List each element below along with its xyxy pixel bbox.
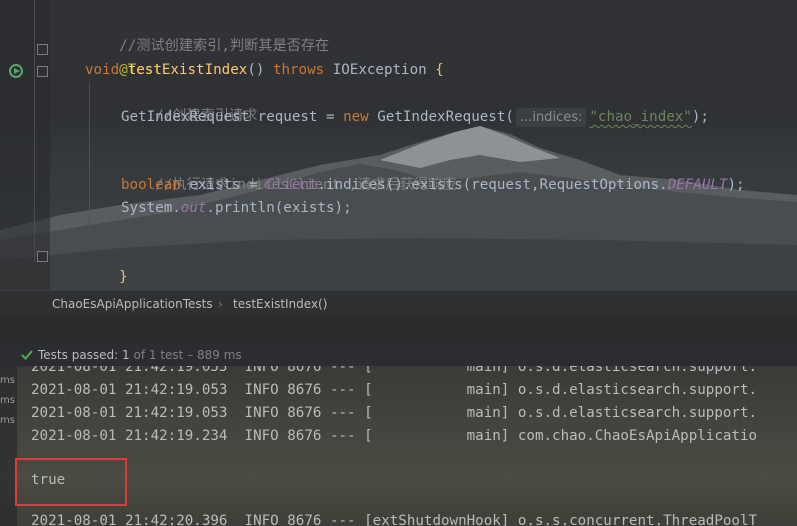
code-line-exists[interactable]: boolean exists = Client.indices().exists… xyxy=(121,174,745,197)
code-line-comment[interactable]: //测试创建索引,判断其是否存在 xyxy=(85,12,329,54)
keyword: boolean xyxy=(121,177,181,193)
keyword: void xyxy=(85,62,120,78)
tests-passed-text: Tests passed: 1 of 1 test – 889 ms xyxy=(38,344,242,366)
log-line: 2021-08-01 21:42:19.234 INFO 8676 --- [ … xyxy=(31,428,758,444)
duration-label: ms xyxy=(0,375,15,386)
code-text: IOException xyxy=(324,62,436,78)
duration-label: ms xyxy=(0,395,15,406)
tests-passed-detail: of 1 test – 889 ms xyxy=(129,348,242,362)
code-line-annotation[interactable]: @Test xyxy=(85,36,162,78)
indent-guide xyxy=(89,83,90,233)
code-line-request[interactable]: GetIndexRequest request = new GetIndexRe… xyxy=(121,106,709,129)
code-text: ); xyxy=(691,109,709,125)
code-text: exists = xyxy=(180,177,267,193)
brace: { xyxy=(435,62,444,78)
static-field: DEFAULT xyxy=(667,177,728,193)
code-text: ); xyxy=(727,177,745,193)
highlight-box xyxy=(15,458,127,506)
code-text: .println(exists); xyxy=(206,200,352,216)
run-test-icon[interactable] xyxy=(9,63,25,79)
parameter-hint: ...indices: xyxy=(515,108,587,127)
breadcrumb-method[interactable]: testExistIndex() xyxy=(233,291,327,317)
code-text: .indices().exists(request,RequestOptions… xyxy=(317,177,668,193)
breadcrumb-class[interactable]: ChaoEsApiApplicationTests xyxy=(52,291,213,317)
panel-divider xyxy=(0,316,797,344)
code-text: GetIndexRequest request = xyxy=(121,109,344,125)
log-line: 2021-08-01 21:42:19.053 INFO 8676 --- [ … xyxy=(31,366,758,375)
keyword: new xyxy=(343,109,369,125)
string-literal: "chao_index" xyxy=(589,109,692,125)
brace: } xyxy=(119,269,128,285)
fold-marker-icon[interactable] xyxy=(37,251,48,262)
gutter-divider xyxy=(34,0,35,262)
static-field: out xyxy=(180,200,207,216)
keyword: throws xyxy=(272,62,325,78)
console-output[interactable]: ms ms ms 2021-08-01 21:42:19.053 INFO 86… xyxy=(0,366,797,526)
code-text: GetIndexRequest( xyxy=(368,109,514,125)
field-name: Client xyxy=(266,177,318,193)
code-text: System. xyxy=(121,200,181,216)
code-line-close-brace[interactable]: } xyxy=(85,243,128,285)
duration-label: ms xyxy=(0,415,15,426)
code-editor[interactable]: //测试创建索引,判断其是否存在 @Test void testExistInd… xyxy=(0,0,797,290)
fold-marker-icon[interactable] xyxy=(37,44,48,55)
code-line-comment[interactable]: //创建索引请求 xyxy=(121,82,257,124)
tests-passed-label: Tests passed: 1 xyxy=(38,348,130,362)
code-line-method-signature[interactable]: void testExistIndex() throws IOException… xyxy=(85,59,444,82)
method-name: testExistIndex xyxy=(127,62,248,78)
breadcrumb: ChaoEsApiApplicationTests › testExistInd… xyxy=(0,290,797,317)
code-line-println[interactable]: System.out.println(exists); xyxy=(121,197,352,220)
log-line: 2021-08-01 21:42:19.053 INFO 8676 --- [ … xyxy=(31,405,758,421)
code-line-comment[interactable]: //执行请求indicesClient ,请求后获得响应 xyxy=(121,151,456,193)
test-status-bar: Tests passed: 1 of 1 test – 889 ms xyxy=(0,344,797,366)
breadcrumb-separator: › xyxy=(218,297,223,311)
code-text: () xyxy=(247,62,273,78)
log-line: 2021-08-01 21:42:19.053 INFO 8676 --- [ … xyxy=(31,382,758,398)
log-line: 2021-08-01 21:42:20.396 INFO 8676 --- [e… xyxy=(31,513,758,526)
check-icon xyxy=(21,350,33,360)
fold-marker-icon[interactable] xyxy=(37,66,48,77)
